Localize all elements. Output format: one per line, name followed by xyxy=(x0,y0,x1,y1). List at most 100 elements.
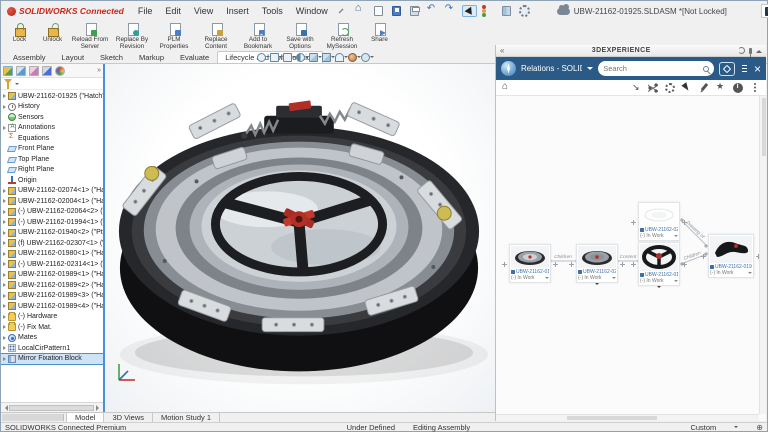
ribbon-button[interactable]: Share xyxy=(363,22,396,45)
headsup-icon[interactable] xyxy=(257,53,266,62)
expand-arrow-icon[interactable] xyxy=(3,210,6,214)
app-selector-caret-icon[interactable] xyxy=(587,67,593,73)
tree-item[interactable]: Equations xyxy=(1,133,103,144)
download-icon[interactable] xyxy=(631,83,641,93)
quick-access-icon[interactable] xyxy=(444,5,457,17)
tree-item[interactable]: (-) Fix Mat. xyxy=(1,322,103,333)
ribbon-button[interactable]: Lock xyxy=(3,22,36,45)
headsup-icon[interactable] xyxy=(335,53,344,62)
globe-icon[interactable] xyxy=(756,423,763,432)
tree-item[interactable]: (f) UBW-21162-02307<1> ("Hatch In xyxy=(1,238,103,249)
headsup-icon[interactable] xyxy=(361,53,370,62)
3dexperience-compass-icon[interactable] xyxy=(501,61,516,76)
tree-item[interactable]: LocalCirPattern1 xyxy=(1,343,103,354)
headsup-icon[interactable] xyxy=(283,53,292,62)
tree-item[interactable]: Right Plane xyxy=(1,165,103,176)
tree-item[interactable]: UBW-21162-01980<1> ("Hatch Ring xyxy=(1,249,103,260)
tree-item[interactable]: Top Plane xyxy=(1,154,103,165)
pin-panel-icon[interactable] xyxy=(749,48,752,54)
relation-node[interactable]: UBW-21162-02074 (-) In Work xyxy=(576,244,618,283)
headsup-icon[interactable] xyxy=(322,53,331,62)
quick-access-icon[interactable] xyxy=(500,5,513,17)
tree-item[interactable]: (-) UBW-21162-02314<1> ("Hatch R xyxy=(1,259,103,270)
tree-root[interactable]: UBW-21162-01925 ("Hatch") xyxy=(1,91,103,102)
expand-arrow-icon[interactable] xyxy=(3,220,6,224)
expand-arrow-icon[interactable] xyxy=(3,199,6,203)
ribbon-button[interactable]: Unlock xyxy=(36,22,69,45)
configuration-manager-tab-icon[interactable] xyxy=(29,66,39,76)
command-search[interactable] xyxy=(761,4,768,18)
panel-vertical-scrollbar[interactable] xyxy=(759,96,766,414)
tree-item[interactable]: (-) UBW-21162-02064<2> ("Hatch L xyxy=(1,207,103,218)
node-caret-icon[interactable] xyxy=(674,280,678,284)
tree-item[interactable]: Mirror Fixation Block xyxy=(1,354,103,365)
document-tab[interactable]: 3D Views xyxy=(104,413,153,422)
display-manager-tab-icon[interactable] xyxy=(55,66,65,76)
tree-item[interactable]: Front Plane xyxy=(1,144,103,155)
tree-item[interactable]: UBW-21162-01989<3> ("Hatch Zinc xyxy=(1,291,103,302)
panel-horizontal-scrollbar[interactable] xyxy=(496,414,759,421)
more-options-icon[interactable] xyxy=(750,83,760,93)
quick-access-icon[interactable] xyxy=(462,5,477,17)
quick-access-icon[interactable] xyxy=(482,5,495,17)
scrollbar-thumb[interactable] xyxy=(762,98,766,156)
expand-down-icon[interactable] xyxy=(595,283,599,287)
quick-access-icon[interactable] xyxy=(408,5,421,17)
relations-canvas[interactable]: Children Content Drawing of Children UBW… xyxy=(496,96,766,421)
expand-arrow-icon[interactable] xyxy=(3,126,6,130)
tree-item[interactable]: UBW-21162-01989<2> ("Hatch Zinc xyxy=(1,280,103,291)
node-caret-icon[interactable] xyxy=(748,272,752,276)
tree-item[interactable]: History xyxy=(1,102,103,113)
favorite-star-icon[interactable] xyxy=(716,83,726,93)
quick-access-icon[interactable] xyxy=(390,5,403,17)
units-selector[interactable]: Custom xyxy=(690,423,716,432)
tree-item[interactable]: UBW-21162-01989<1> ("Hatch Zinc xyxy=(1,270,103,281)
quick-access-icon[interactable] xyxy=(354,5,367,17)
scroll-left-icon[interactable] xyxy=(2,405,8,411)
command-tab[interactable]: Layout xyxy=(54,51,93,63)
command-tab[interactable]: Assembly xyxy=(5,51,54,63)
relation-node[interactable]: UBW-21162-02004 (-) In Work xyxy=(638,202,680,241)
expand-arrow-icon[interactable] xyxy=(3,252,6,256)
dimxpert-manager-tab-icon[interactable] xyxy=(42,66,52,76)
expand-arrow-icon[interactable] xyxy=(3,294,6,298)
menu-item[interactable]: View xyxy=(188,4,219,18)
app-selector[interactable]: Relations - SOLIDWORKS Relatio... xyxy=(521,64,582,73)
share-icon[interactable] xyxy=(648,83,658,93)
ribbon-button[interactable]: Save with Options xyxy=(279,22,321,52)
expand-arrow-icon[interactable] xyxy=(3,241,6,245)
tree-item[interactable]: UBW-21162-02074<1> ("Hatch Lid") xyxy=(1,186,103,197)
ribbon-button[interactable]: Reload From Server xyxy=(69,22,111,52)
node-caret-icon[interactable] xyxy=(674,235,678,239)
document-tab[interactable]: Model xyxy=(66,413,104,422)
tree-filter[interactable] xyxy=(1,78,103,90)
relation-node[interactable]: UBW-21162-01925 (-) In Work xyxy=(509,244,551,283)
tree-item[interactable]: UBW-21162-02004<1> ("Hatch Sprin xyxy=(1,196,103,207)
sheet-tab-scroll[interactable] xyxy=(2,414,64,421)
menu-item[interactable]: Insert xyxy=(220,4,255,18)
expand-arrow-icon[interactable] xyxy=(3,315,6,319)
home-icon[interactable] xyxy=(502,83,512,93)
quick-access-icon[interactable] xyxy=(426,5,439,17)
chevron-up-icon[interactable] xyxy=(756,47,762,53)
expand-arrow-icon[interactable] xyxy=(3,325,6,329)
panel-search-icon[interactable] xyxy=(703,66,709,72)
expand-down-icon[interactable] xyxy=(657,286,661,290)
ribbon-button[interactable]: Add to Bookmark xyxy=(237,22,279,52)
expand-arrow-icon[interactable] xyxy=(3,273,6,277)
command-tab[interactable]: Markup xyxy=(131,51,172,63)
menu-item[interactable]: Window xyxy=(290,4,334,18)
expand-arrow-icon[interactable] xyxy=(3,105,6,109)
node-caret-icon[interactable] xyxy=(545,277,549,281)
scrollbar-thumb[interactable] xyxy=(9,405,94,411)
ribbon-button[interactable]: Replace Content xyxy=(195,22,237,52)
panel-close-icon[interactable] xyxy=(754,60,761,78)
relation-node[interactable]: UBW-21162-01994 (-) In Work xyxy=(708,234,754,278)
tree-item[interactable]: (-) Hardware xyxy=(1,312,103,323)
command-tab[interactable]: Evaluate xyxy=(172,51,217,63)
units-caret-icon[interactable] xyxy=(734,426,738,430)
tree-item[interactable]: Annotations xyxy=(1,123,103,134)
panel-search[interactable] xyxy=(598,61,714,76)
assembly-3d-view[interactable] xyxy=(105,64,495,412)
tree-item[interactable]: Mates xyxy=(1,333,103,344)
